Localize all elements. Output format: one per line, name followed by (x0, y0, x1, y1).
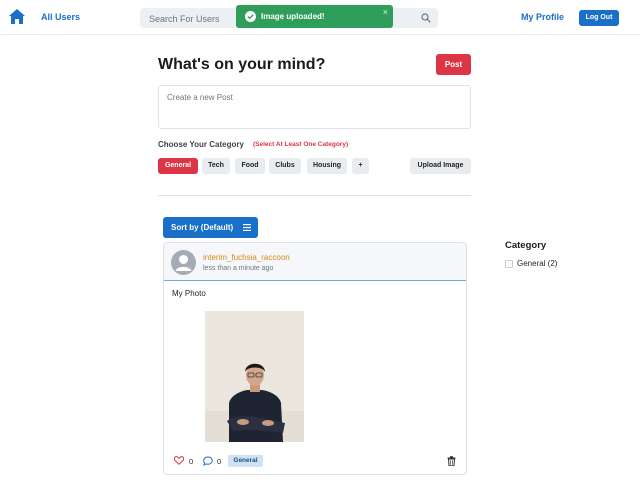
post-header: interim_fuchsia_raccoon less than a minu… (164, 243, 466, 281)
heart-icon[interactable] (174, 456, 184, 465)
category-hint: (Select At Least One Category) (253, 141, 349, 148)
all-users-link[interactable]: All Users (41, 12, 80, 22)
sort-label: Sort by (Default) (171, 223, 234, 232)
post-category-badge: General (228, 455, 263, 467)
search-input[interactable]: Search For Users (149, 14, 220, 24)
category-filter-title: Category (505, 240, 547, 251)
page-title: What's on your mind? (158, 56, 326, 73)
category-chip-housing[interactable]: Housing (307, 158, 347, 174)
search-icon[interactable] (421, 13, 431, 23)
post-body: My Photo (172, 289, 206, 298)
category-chip-food[interactable]: Food (235, 158, 265, 174)
category-label: Choose Your Category (158, 140, 244, 149)
menu-icon (243, 224, 251, 231)
add-category-button[interactable]: + (352, 158, 369, 174)
sort-button[interactable]: Sort by (Default) (163, 217, 258, 238)
category-chip-general[interactable]: General (158, 158, 198, 174)
logout-button[interactable]: Log Out (579, 10, 619, 26)
post-textarea[interactable]: Create a new Post (158, 85, 471, 129)
toast-notification: Image uploaded! × (236, 5, 393, 28)
category-chip-tech[interactable]: Tech (202, 158, 230, 174)
check-circle-icon (245, 11, 256, 22)
close-icon[interactable]: × (383, 7, 388, 17)
my-profile-link[interactable]: My Profile (521, 12, 564, 22)
toast-message: Image uploaded! (261, 12, 325, 21)
post-footer: 0 0 General (164, 453, 466, 471)
avatar[interactable] (171, 250, 196, 275)
post-author[interactable]: interim_fuchsia_raccoon (203, 253, 290, 262)
home-icon[interactable] (9, 9, 25, 24)
person-photo-icon (205, 311, 304, 442)
post-timestamp: less than a minute ago (203, 265, 274, 272)
category-chip-clubs[interactable]: Clubs (269, 158, 301, 174)
post-placeholder: Create a new Post (167, 93, 233, 102)
post-image[interactable] (205, 311, 304, 442)
post-button[interactable]: Post (436, 54, 471, 75)
upload-image-button[interactable]: Upload Image (410, 158, 471, 174)
divider (158, 195, 471, 196)
comment-icon[interactable] (203, 456, 213, 466)
trash-icon[interactable] (447, 456, 456, 466)
like-count: 0 (189, 457, 194, 466)
post-card: interim_fuchsia_raccoon less than a minu… (163, 242, 467, 475)
category-filter-checkbox[interactable] (505, 260, 513, 268)
category-filter-item-general[interactable]: General (2) (517, 259, 557, 268)
comment-count: 0 (217, 457, 222, 466)
